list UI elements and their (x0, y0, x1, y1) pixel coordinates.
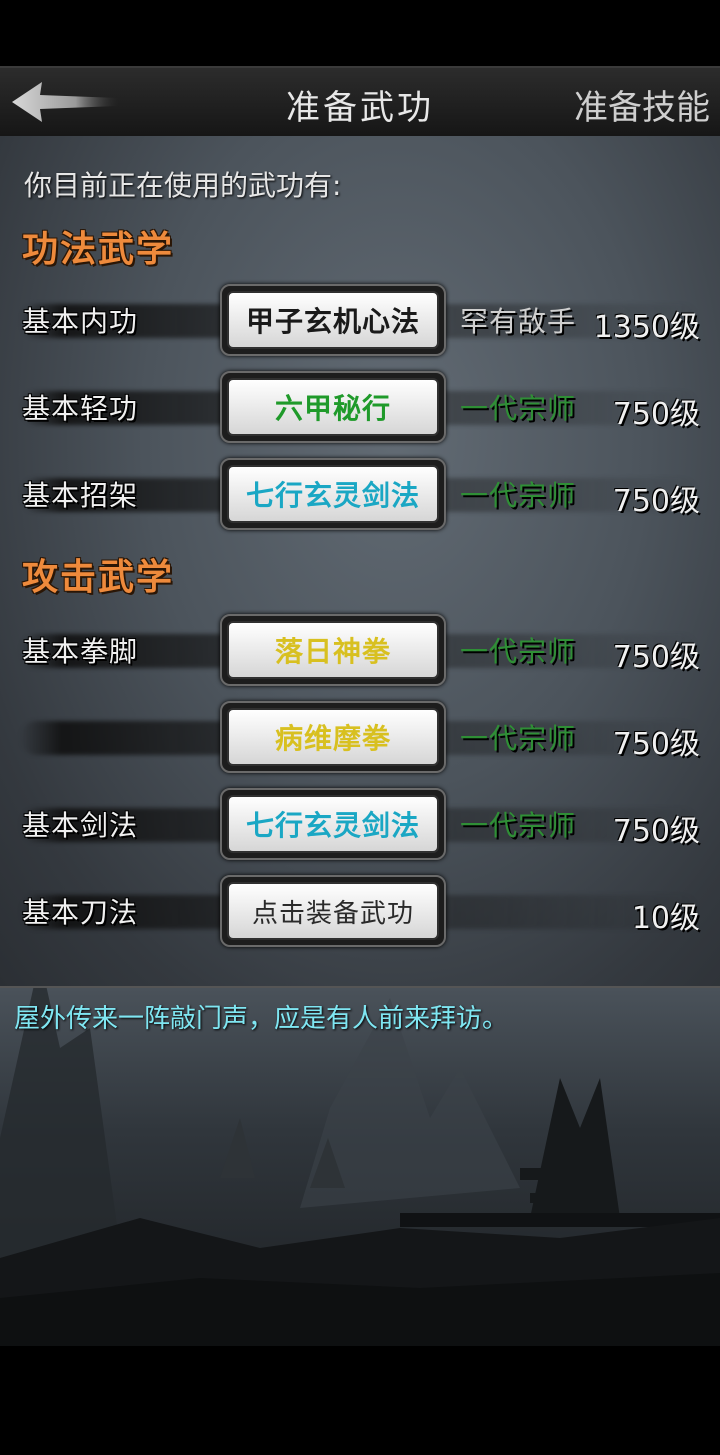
skill-button[interactable]: 七行玄灵剑法 (220, 458, 446, 530)
skill-button[interactable]: 甲子玄机心法 (220, 284, 446, 356)
level-text: 750级 (612, 640, 700, 675)
skill-name: 七行玄灵剑法 (227, 795, 439, 853)
category-label: 基本剑法 (22, 809, 139, 842)
mountain-scenery-image (0, 988, 720, 1346)
equip-skill-button[interactable]: 点击装备武功 (220, 875, 446, 947)
skill-row: 基本剑法 七行玄灵剑法 一代宗师 750级 (0, 786, 720, 862)
skill-row: 基本刀法 点击装备武功 10级 (0, 873, 720, 949)
category-label: 基本拳脚 (22, 635, 139, 668)
skill-name: 点击装备武功 (227, 882, 439, 940)
level-text: 10级 (631, 901, 700, 936)
prepare-skills-button[interactable]: 准备技能 (574, 80, 710, 129)
skill-name: 甲子玄机心法 (227, 291, 439, 349)
skill-row: 基本招架 七行玄灵剑法 一代宗师 750级 (0, 456, 720, 532)
category-label: 基本招架 (22, 479, 139, 512)
rank-text: 一代宗师 (460, 809, 577, 842)
rank-text: 罕有敌手 (460, 305, 577, 338)
category-label: 基本内功 (22, 305, 139, 338)
level-text: 1350级 (593, 310, 700, 345)
skill-row: 基本内功 甲子玄机心法 罕有敌手 1350级 (0, 282, 720, 358)
skill-button[interactable]: 落日神拳 (220, 614, 446, 686)
level-text: 750级 (612, 484, 700, 519)
section-title-attack: 攻击武学 (22, 556, 175, 598)
intro-text: 你目前正在使用的武功有: (24, 169, 342, 202)
skill-row: 病维摩拳 一代宗师 750级 (0, 699, 720, 775)
skill-button[interactable]: 病维摩拳 (220, 701, 446, 773)
skill-name: 六甲秘行 (227, 378, 439, 436)
rank-text: 一代宗师 (460, 479, 577, 512)
level-text: 750级 (612, 397, 700, 432)
skill-name: 病维摩拳 (227, 708, 439, 766)
level-text: 750级 (612, 727, 700, 762)
skill-row: 基本轻功 六甲秘行 一代宗师 750级 (0, 369, 720, 445)
category-label: 基本轻功 (22, 392, 139, 425)
screen: 准备武功 准备技能 你目前正在使用的武功有: 功法武学 基本内功 甲子玄机心法 … (0, 0, 720, 1455)
event-message: 屋外传来一阵敲门声，应是有人前来拜访。 (14, 1004, 509, 1034)
category-label: 基本刀法 (22, 896, 139, 929)
skill-name: 七行玄灵剑法 (227, 465, 439, 523)
skill-row: 基本拳脚 落日神拳 一代宗师 750级 (0, 612, 720, 688)
level-text: 750级 (612, 814, 700, 849)
skill-button[interactable]: 七行玄灵剑法 (220, 788, 446, 860)
section-title-gongfa: 功法武学 (22, 228, 175, 270)
message-panel: 屋外传来一阵敲门声，应是有人前来拜访。 (0, 986, 720, 1346)
rank-text: 一代宗师 (460, 722, 577, 755)
skill-button[interactable]: 六甲秘行 (220, 371, 446, 443)
skill-name: 落日神拳 (227, 621, 439, 679)
equipped-martial-arts-panel: 你目前正在使用的武功有: 功法武学 基本内功 甲子玄机心法 罕有敌手 1350级… (0, 136, 720, 986)
rank-text: 一代宗师 (460, 635, 577, 668)
rank-text: 一代宗师 (460, 392, 577, 425)
top-bar: 准备武功 准备技能 (0, 66, 720, 138)
